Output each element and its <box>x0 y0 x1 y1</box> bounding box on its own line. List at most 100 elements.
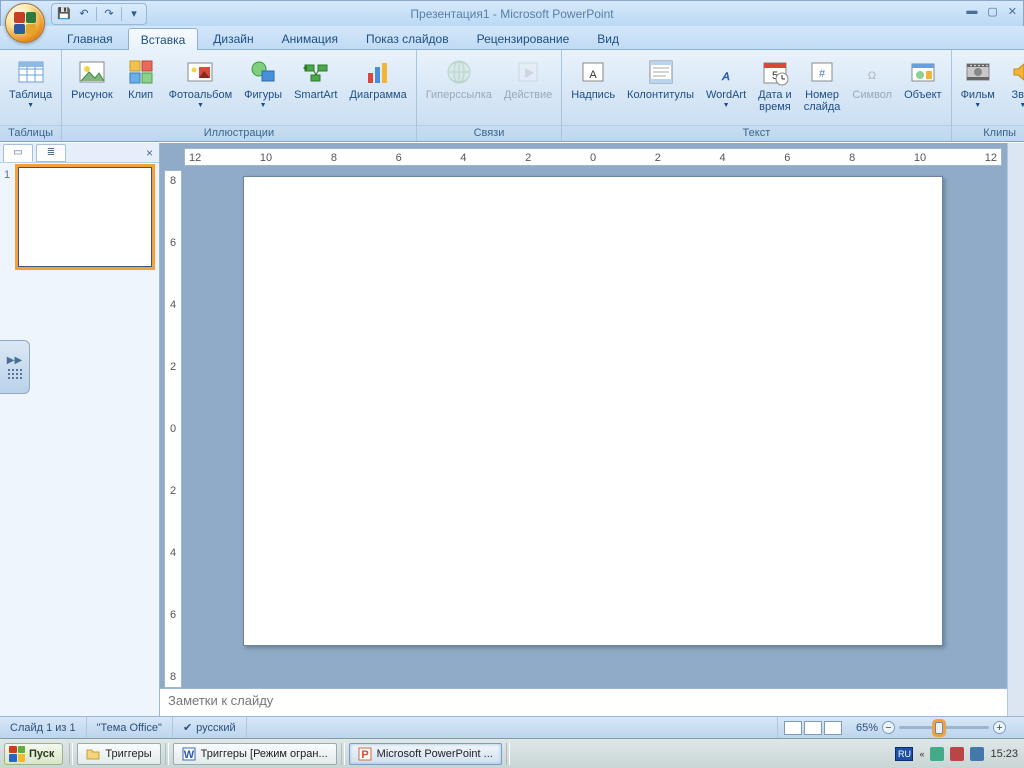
zoom-out-button[interactable]: − <box>882 721 895 734</box>
ribbon-clip-button[interactable]: Клип <box>120 53 162 102</box>
tab-дизайн[interactable]: Дизайн <box>200 27 266 49</box>
slide-thumbnail-1[interactable]: 1 <box>4 167 155 267</box>
dropdown-icon: ▼ <box>1019 102 1024 109</box>
ribbon-button-label: Колонтитулы <box>627 89 694 101</box>
vertical-ruler[interactable]: 864202468 <box>164 170 182 688</box>
zoom-in-button[interactable]: + <box>993 721 1006 734</box>
tray-icon[interactable] <box>930 747 944 761</box>
slide-thumbnails: 1 <box>0 163 159 716</box>
qat-customize-button[interactable]: ▾ <box>126 6 142 22</box>
ribbon-smartart-button[interactable]: SmartArt <box>289 53 342 102</box>
tab-рецензирование[interactable]: Рецензирование <box>464 27 583 49</box>
status-slide-info[interactable]: Слайд 1 из 1 <box>0 717 87 738</box>
ribbon-textbox-button[interactable]: AНадпись <box>566 53 620 102</box>
word-icon: W <box>182 747 196 761</box>
ribbon-button-label: Надпись <box>571 89 615 101</box>
ribbon-table-button[interactable]: Таблица▼ <box>4 53 57 110</box>
ribbon-shapes-button[interactable]: Фигуры▼ <box>239 53 287 110</box>
svg-text:#: # <box>819 68 826 80</box>
tab-вид[interactable]: Вид <box>584 27 632 49</box>
ribbon-picture-button[interactable]: Рисунок <box>66 53 118 102</box>
minimize-button[interactable]: ▬ <box>966 5 977 18</box>
ribbon-button-label: Действие <box>504 89 552 101</box>
ribbon-button-label: Объект <box>904 89 941 101</box>
task-pane-handle[interactable]: ▶▶ <box>0 340 30 394</box>
tab-вставка[interactable]: Вставка <box>128 28 199 50</box>
tab-анимация[interactable]: Анимация <box>269 27 351 49</box>
dropdown-icon: ▼ <box>27 102 34 109</box>
quick-access-toolbar: 💾 ↶ ↷ ▾ <box>51 3 147 25</box>
ribbon-sound-button[interactable]: Звук▼ <box>1002 53 1024 110</box>
textbox-icon: A <box>577 56 609 88</box>
tray-icon[interactable] <box>970 747 984 761</box>
maximize-button[interactable]: ▢ <box>987 5 997 18</box>
sound-icon <box>1007 56 1024 88</box>
outline-tab[interactable]: ≣ <box>36 144 66 162</box>
ribbon-album-button[interactable]: Фотоальбом▼ <box>164 53 238 110</box>
tray-icon[interactable] <box>950 747 964 761</box>
edit-area: 12108642024681012 864202468 Заметки к сл… <box>160 143 1024 716</box>
title-bar: 💾 ↶ ↷ ▾ Презентация1 - Microsoft PowerPo… <box>0 0 1024 26</box>
zoom-level[interactable]: 65% <box>856 722 878 734</box>
ribbon-button-label: Рисунок <box>71 89 113 101</box>
notes-pane[interactable]: Заметки к слайду <box>160 688 1007 716</box>
dropdown-icon: ▼ <box>723 102 730 109</box>
ribbon-wordart-button[interactable]: AWordArt▼ <box>701 53 751 110</box>
ribbon-button-label: Диаграмма <box>350 89 407 101</box>
windows-taskbar: Пуск Триггеры W Триггеры [Режим огран... PM… <box>0 738 1024 768</box>
taskbar-item-folder[interactable]: Триггеры <box>77 743 160 765</box>
ribbon-button-label: Звук <box>1012 89 1024 101</box>
action-icon <box>512 56 544 88</box>
status-theme[interactable]: "Тема Office" <box>87 717 173 738</box>
slide-canvas-area[interactable] <box>184 170 1002 688</box>
slides-panel: ▭ ≣ × 1 <box>0 143 160 716</box>
headerfooter-icon <box>645 56 677 88</box>
ribbon-movie-button[interactable]: Фильм▼ <box>956 53 1000 110</box>
ribbon-tabs: ГлавнаяВставкаДизайнАнимацияПоказ слайдо… <box>0 26 1024 50</box>
ribbon-button-label: Гиперссылка <box>426 89 492 101</box>
ribbon-group-label: Связи <box>417 125 562 141</box>
svg-text:A: A <box>721 71 729 83</box>
datetime-icon: 5 <box>759 56 791 88</box>
svg-text:Ω: Ω <box>868 70 876 82</box>
ribbon-button-label: Номер слайда <box>804 89 841 113</box>
clip-icon <box>125 56 157 88</box>
qat-undo-button[interactable]: ↶ <box>76 6 92 22</box>
slide-canvas[interactable] <box>243 176 943 646</box>
start-button[interactable]: Пуск <box>4 743 63 765</box>
slides-tab[interactable]: ▭ <box>3 144 33 162</box>
ribbon-datetime-button[interactable]: 5Дата и время <box>753 53 797 114</box>
movie-icon <box>962 56 994 88</box>
status-spellcheck[interactable]: ✔русский <box>173 717 247 738</box>
panel-close-button[interactable]: × <box>146 146 153 160</box>
chart-icon <box>362 56 394 88</box>
normal-view-button[interactable] <box>784 721 802 735</box>
dropdown-icon: ▼ <box>974 102 981 109</box>
qat-save-button[interactable]: 💾 <box>56 6 72 22</box>
vertical-scrollbar[interactable] <box>1007 143 1024 716</box>
hyperlink-icon <box>443 56 475 88</box>
horizontal-ruler[interactable]: 12108642024681012 <box>184 148 1002 166</box>
taskbar-item-ppt[interactable]: PMicrosoft PowerPoint ... <box>349 743 502 765</box>
ribbon-button-label: Фотоальбом <box>169 89 233 101</box>
office-button[interactable] <box>5 3 45 43</box>
tray-expand-icon[interactable]: « <box>919 749 924 759</box>
language-indicator[interactable]: RU <box>895 747 913 761</box>
ribbon-chart-button[interactable]: Диаграмма <box>345 53 412 102</box>
slideshow-view-button[interactable] <box>824 721 842 735</box>
clock[interactable]: 15:23 <box>990 748 1018 760</box>
tab-показ слайдов[interactable]: Показ слайдов <box>353 27 462 49</box>
taskbar-item-word[interactable]: W Триггеры [Режим огран... <box>173 743 337 765</box>
status-bar: Слайд 1 из 1 "Тема Office" ✔русский 65% … <box>0 716 1024 738</box>
qat-redo-button[interactable]: ↷ <box>101 6 117 22</box>
taskbar-item-label: Триггеры [Режим огран... <box>201 748 328 760</box>
sorter-view-button[interactable] <box>804 721 822 735</box>
zoom-slider[interactable] <box>899 726 989 729</box>
ribbon-headerfooter-button[interactable]: Колонтитулы <box>622 53 699 102</box>
ppt-icon: P <box>358 747 372 761</box>
ribbon-object-button[interactable]: Объект <box>899 53 946 102</box>
ribbon-slidenum-button[interactable]: # Номер слайда <box>799 53 846 114</box>
svg-text:W: W <box>183 749 194 761</box>
close-button[interactable]: ✕ <box>1008 5 1017 18</box>
tab-главная[interactable]: Главная <box>54 27 126 49</box>
